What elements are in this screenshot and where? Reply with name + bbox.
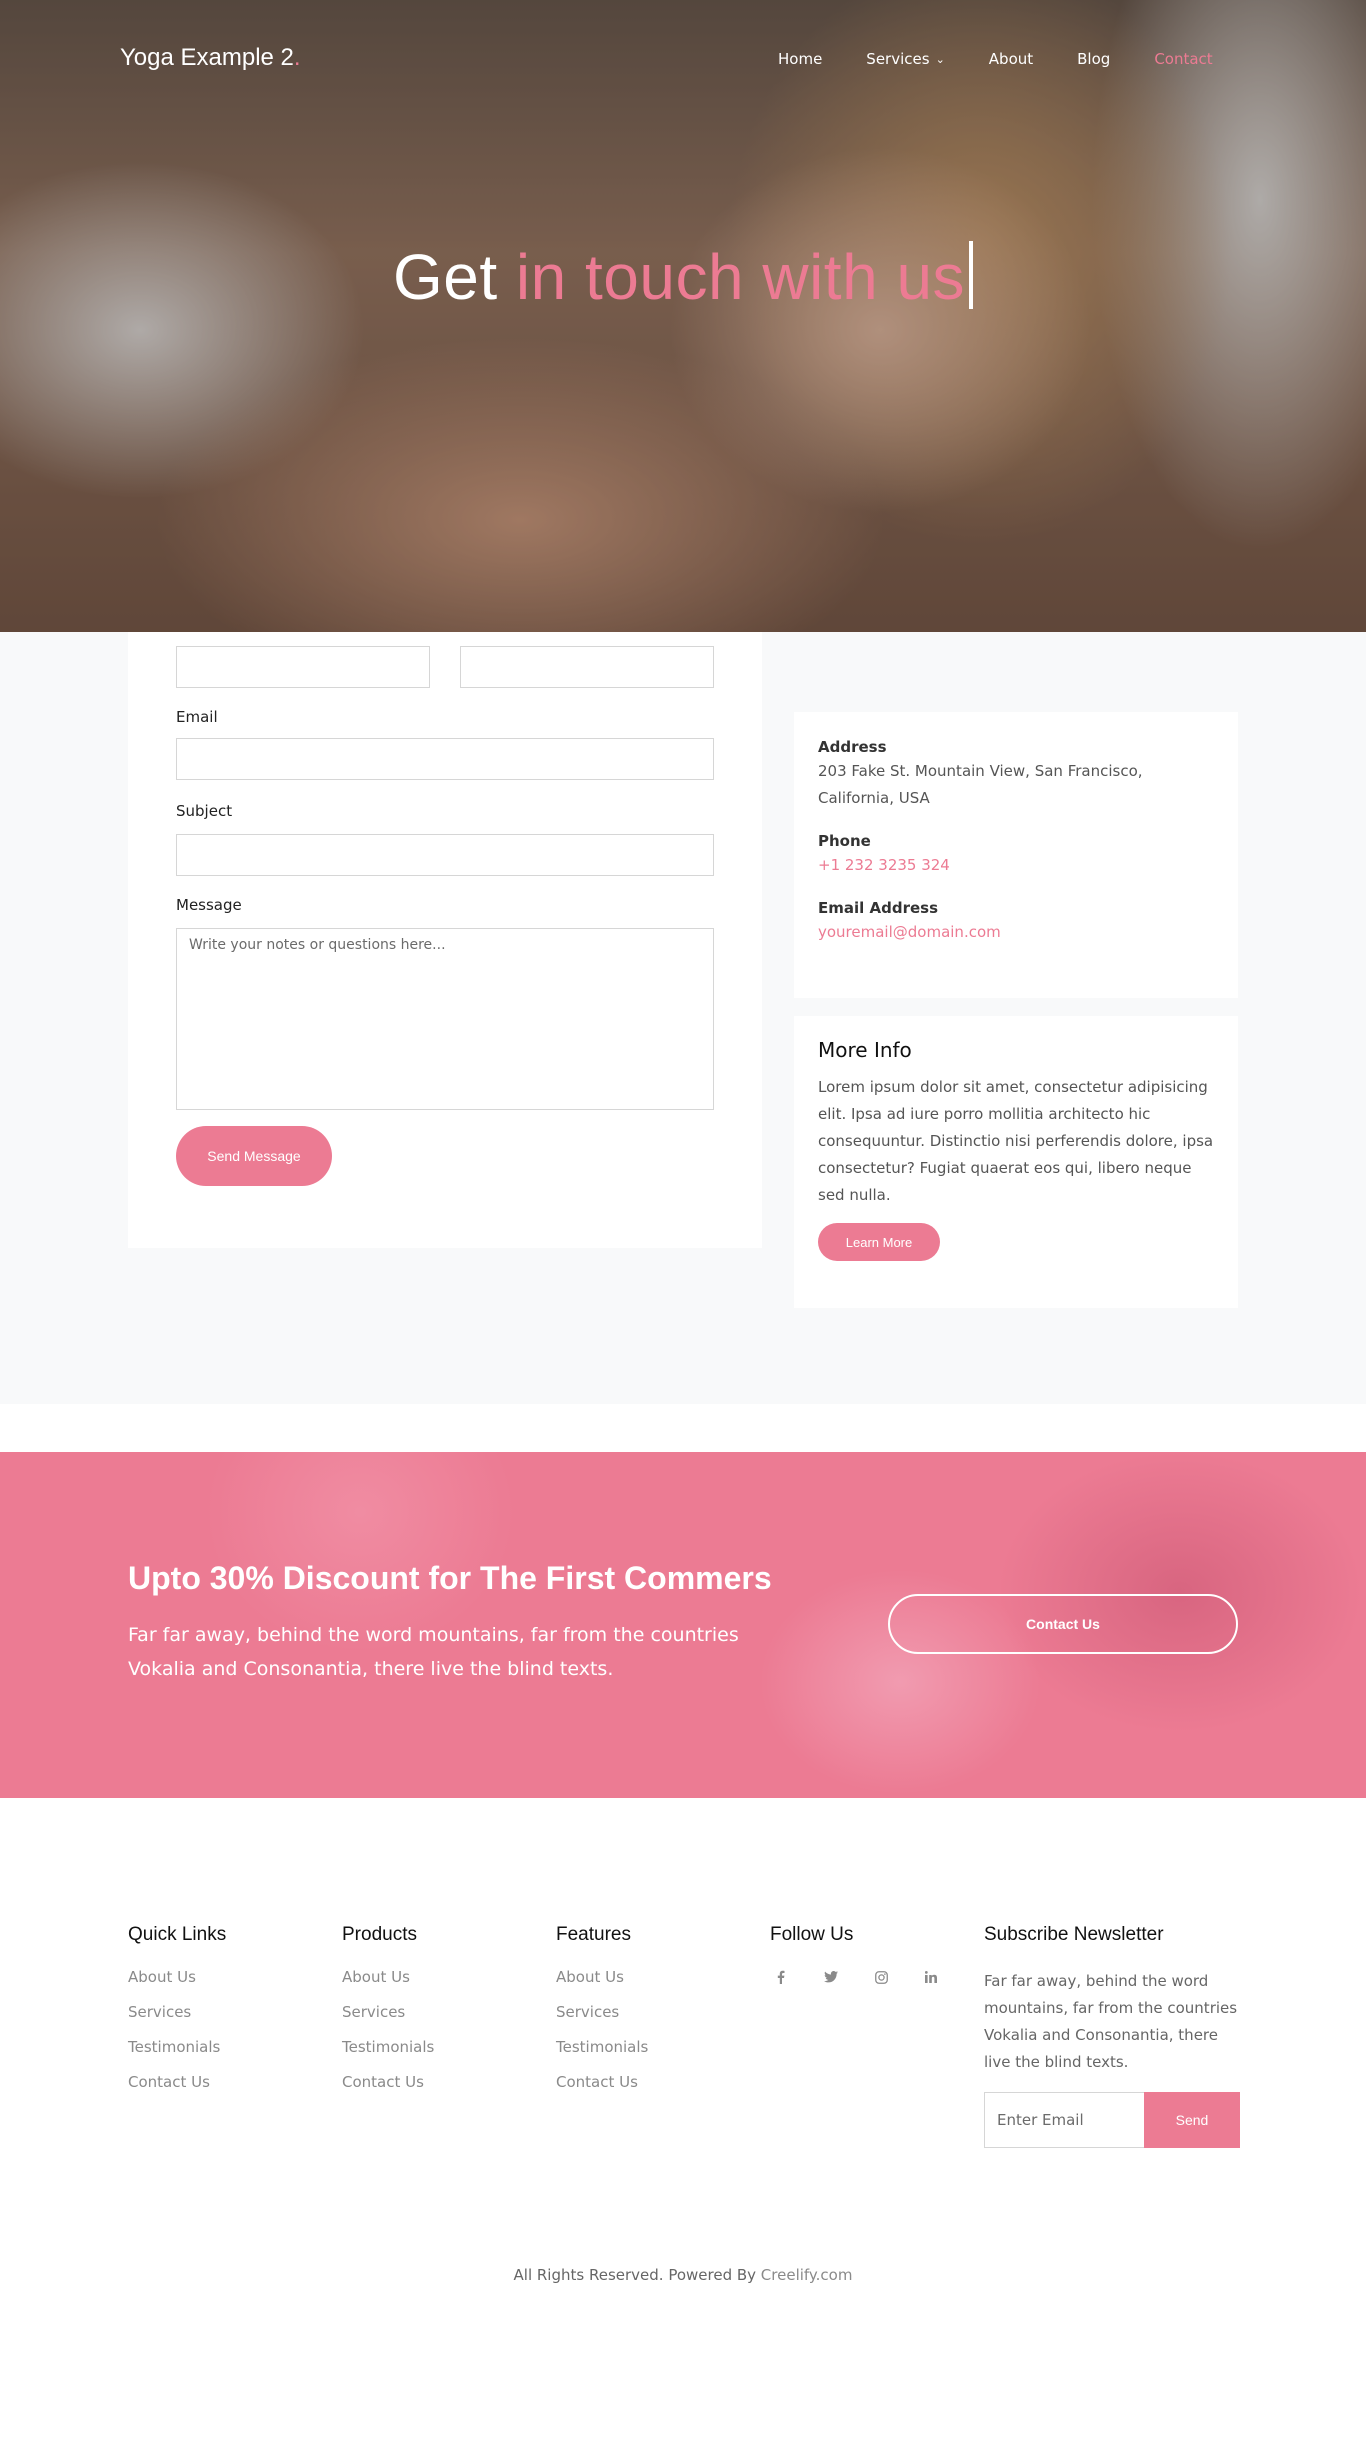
more-info-text: Lorem ipsum dolor sit amet, consectetur … (818, 1078, 1214, 1204)
hero-title: Get in touch with us (0, 240, 1366, 314)
contact-section: Email Subject Message Write your notes o… (0, 632, 1366, 1404)
site-logo[interactable]: Yoga Example 2. (120, 44, 301, 72)
footer-follow-us: Follow Us (770, 1924, 942, 1988)
linkedin-icon[interactable] (920, 1966, 942, 1988)
last-name-input[interactable] (460, 646, 714, 688)
footer-link[interactable]: Contact Us (342, 2073, 434, 2091)
nav-item-about[interactable]: About (989, 50, 1033, 68)
footer-features: Features About Us Services Testimonials … (556, 1924, 648, 2108)
footer-products: Products About Us Services Testimonials … (342, 1924, 434, 2108)
contact-info-card: Address 203 Fake St. Mountain View, San … (794, 712, 1238, 998)
nav-item-services[interactable]: Services ⌄ (866, 50, 944, 68)
newsletter-email-input[interactable]: Enter Email (984, 2092, 1144, 2148)
email-label: Email (176, 708, 218, 726)
nav-item-home[interactable]: Home (778, 50, 822, 68)
more-info-card: More Info Lorem ipsum dolor sit amet, co… (794, 1016, 1238, 1308)
footer-link[interactable]: Contact Us (128, 2073, 226, 2091)
hero-title-prefix: Get (392, 241, 516, 313)
footer-link[interactable]: Services (342, 2003, 434, 2021)
contact-form: Email Subject Message Write your notes o… (128, 632, 762, 1248)
email-address-label: Email Address (818, 899, 939, 917)
instagram-icon[interactable] (870, 1966, 892, 1988)
footer-link[interactable]: About Us (128, 1968, 226, 1986)
message-textarea[interactable]: Write your notes or questions here... (176, 928, 714, 1110)
newsletter-send-button[interactable]: Send (1144, 2092, 1240, 2148)
nav-item-contact[interactable]: Contact (1154, 50, 1212, 68)
footer-link[interactable]: Testimonials (556, 2038, 648, 2056)
phone-label: Phone (818, 832, 871, 850)
features-title: Features (556, 1924, 631, 1945)
message-label: Message (176, 896, 242, 914)
follow-us-title: Follow Us (770, 1924, 854, 1945)
nav-item-blog[interactable]: Blog (1077, 50, 1110, 68)
send-message-button[interactable]: Send Message (176, 1126, 332, 1186)
footer-link[interactable]: Testimonials (128, 2038, 226, 2056)
phone-link[interactable]: +1 232 3235 324 (818, 852, 1214, 879)
nav-item-services-label: Services (866, 50, 930, 68)
newsletter-title: Subscribe Newsletter (984, 1924, 1164, 1945)
promo-title: Upto 30% Discount for The First Commers (128, 1560, 772, 1596)
footer-link[interactable]: Testimonials (342, 2038, 434, 2056)
footer-link[interactable]: Contact Us (556, 2073, 648, 2091)
copyright-text: All Rights Reserved. Powered By (513, 2266, 761, 2284)
address-value: 203 Fake St. Mountain View, San Francisc… (818, 762, 1143, 807)
promo-text: Far far away, behind the word mountains,… (128, 1624, 739, 1680)
footer-newsletter: Subscribe Newsletter Far far away, behin… (984, 1924, 1240, 2148)
chevron-down-icon: ⌄ (935, 52, 945, 66)
products-title: Products (342, 1924, 417, 1945)
copyright: All Rights Reserved. Powered By Creelify… (0, 2266, 1366, 2284)
subject-field[interactable] (176, 834, 714, 876)
discount-banner: Upto 30% Discount for The First Commers … (0, 1452, 1366, 1798)
newsletter-form: Enter Email Send (984, 2092, 1240, 2148)
subject-label: Subject (176, 802, 233, 820)
learn-more-button[interactable]: Learn More (818, 1223, 940, 1261)
facebook-icon[interactable] (770, 1966, 792, 1988)
email-field[interactable] (176, 738, 714, 780)
address-label: Address (818, 738, 887, 756)
first-name-input[interactable] (176, 646, 430, 688)
newsletter-text: Far far away, behind the word mountains,… (984, 1972, 1238, 2071)
powered-by-link[interactable]: Creelify.com (761, 2266, 853, 2284)
hero-title-accent: in touch with us (515, 241, 966, 313)
footer-quick-links: Quick Links About Us Services Testimonia… (128, 1924, 226, 2108)
more-info-title: More Info (818, 1038, 912, 1062)
hero-section: Yoga Example 2. Home Services ⌄ About Blo… (0, 0, 1366, 632)
main-nav: Home Services ⌄ About Blog Contact (778, 50, 1213, 68)
quick-links-title: Quick Links (128, 1924, 227, 1945)
footer-link[interactable]: Services (556, 2003, 648, 2021)
footer-link[interactable]: Services (128, 2003, 226, 2021)
footer-link[interactable]: About Us (556, 1968, 648, 1986)
contact-us-button[interactable]: Contact Us (888, 1594, 1238, 1654)
twitter-icon[interactable] (820, 1966, 842, 1988)
typing-caret (969, 241, 974, 309)
email-link[interactable]: youremail@domain.com (818, 919, 1214, 946)
footer-link[interactable]: About Us (342, 1968, 434, 1986)
page: Yoga Example 2. Home Services ⌄ About Blo… (0, 0, 1366, 2439)
